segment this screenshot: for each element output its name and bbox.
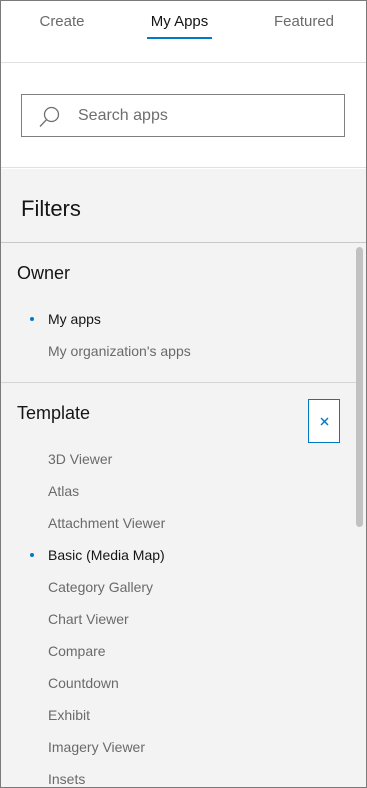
template-item-3d-viewer[interactable]: 3D Viewer — [48, 451, 112, 467]
search-box[interactable] — [21, 94, 345, 137]
search-icon — [38, 105, 62, 129]
template-item-label: Imagery Viewer — [48, 739, 146, 755]
template-item-label: Category Gallery — [48, 579, 154, 595]
template-item-insets[interactable]: Insets — [48, 771, 85, 787]
tab-featured-label: Featured — [273, 13, 335, 30]
template-item-label: Countdown — [48, 675, 119, 691]
template-item-atlas[interactable]: Atlas — [48, 483, 79, 499]
template-item-label: 3D Viewer — [48, 451, 113, 467]
search-input[interactable] — [78, 95, 333, 136]
template-item-compare[interactable]: Compare — [48, 643, 106, 659]
template-item-label: Exhibit — [48, 707, 91, 723]
template-item-label: Compare — [48, 643, 106, 659]
template-item-label: Insets — [48, 771, 86, 787]
scrollbar-thumb[interactable] — [356, 247, 363, 527]
owner-item-label: My organization's apps — [48, 343, 191, 359]
owner-item-my-apps[interactable]: My apps — [30, 311, 101, 327]
owner-item-label: My apps — [48, 311, 101, 327]
template-item-imagery-viewer[interactable]: Imagery Viewer — [48, 739, 145, 755]
template-section-title: Template — [17, 403, 91, 423]
filters-title: Filters — [21, 196, 81, 221]
close-icon — [320, 417, 329, 426]
template-item-countdown[interactable]: Countdown — [48, 675, 119, 691]
template-item-exhibit[interactable]: Exhibit — [48, 707, 90, 723]
template-item-attachment-viewer[interactable]: Attachment Viewer — [48, 515, 165, 531]
template-item-category-gallery[interactable]: Category Gallery — [48, 579, 153, 595]
tab-create[interactable]: Create — [31, 13, 93, 39]
search-area — [1, 64, 366, 168]
tab-bar: Create My Apps Featured — [1, 1, 366, 63]
template-item-label: Chart Viewer — [48, 611, 129, 627]
filters-scroll-region[interactable]: Owner My apps My organization's apps Tem… — [1, 243, 366, 787]
tab-create-label: Create — [39, 13, 85, 30]
owner-item-my-organizations-apps[interactable]: My organization's apps — [48, 343, 191, 359]
tab-featured[interactable]: Featured — [267, 13, 341, 39]
app-panel: Create My Apps Featured Filters Owner — [0, 0, 367, 788]
clear-template-filter-button[interactable] — [308, 399, 340, 443]
active-tab-indicator — [147, 37, 212, 39]
template-item-label: Basic (Media Map) — [48, 547, 165, 563]
owner-section-title: Owner — [17, 263, 71, 283]
section-divider — [1, 382, 356, 383]
selected-dot — [30, 553, 34, 557]
tab-my-apps-label: My Apps — [150, 13, 209, 30]
template-item-chart-viewer[interactable]: Chart Viewer — [48, 611, 129, 627]
selected-dot — [30, 317, 34, 321]
tab-my-apps[interactable]: My Apps — [147, 13, 212, 39]
template-item-basic-media-map[interactable]: Basic (Media Map) — [30, 547, 165, 563]
filters-panel: Filters Owner My apps My organization's … — [1, 169, 366, 787]
template-item-label: Attachment Viewer — [48, 515, 166, 531]
template-item-label: Atlas — [48, 483, 80, 499]
